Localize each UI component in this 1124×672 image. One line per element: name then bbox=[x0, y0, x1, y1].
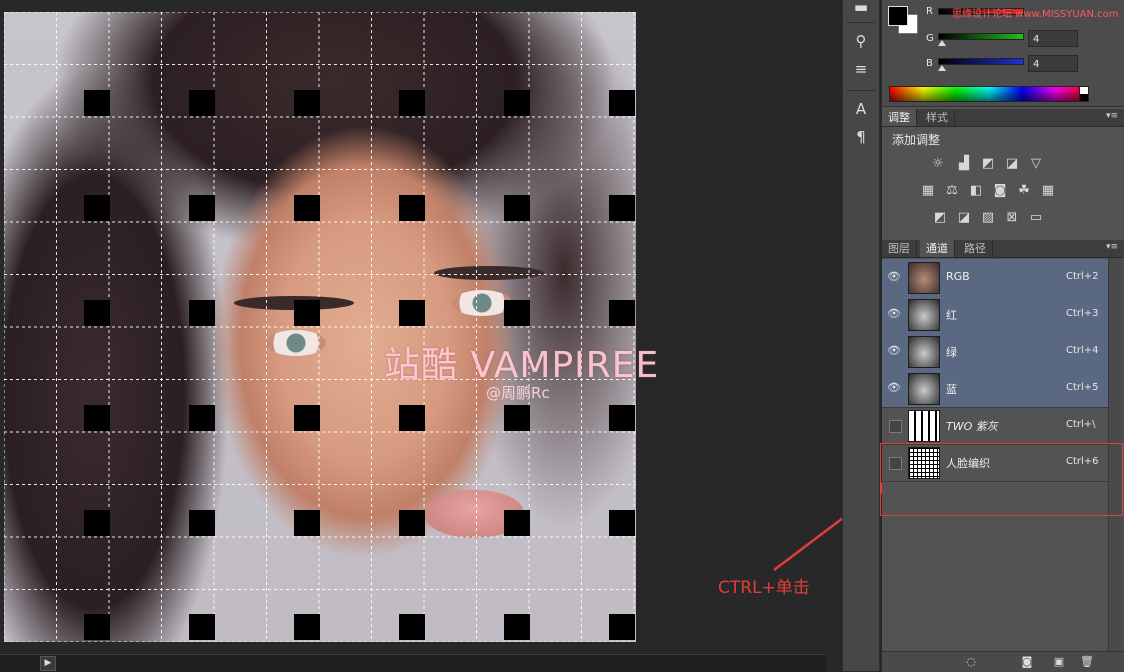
history-icon[interactable]: ▬ bbox=[849, 0, 873, 18]
status-bar bbox=[0, 654, 826, 672]
black-white-icon[interactable]: ◧ bbox=[968, 183, 984, 199]
load-selection-icon[interactable]: ◌ bbox=[964, 655, 978, 669]
channel-thumbnail bbox=[908, 299, 940, 331]
color-balance-icon[interactable]: ⚖ bbox=[944, 183, 960, 199]
paragraph-icon[interactable]: ¶ bbox=[849, 126, 873, 148]
photo-filter-icon[interactable]: ◙ bbox=[992, 183, 1008, 199]
brush-settings-icon[interactable]: ≡ bbox=[849, 58, 873, 80]
eye-icon[interactable]: 👁 bbox=[886, 306, 902, 322]
channel-name: RGB bbox=[946, 270, 970, 283]
gradient-map-icon[interactable]: ▭ bbox=[1028, 210, 1044, 226]
brush-presets-icon[interactable]: ⚲ bbox=[849, 30, 873, 52]
levels-icon[interactable]: ▟ bbox=[956, 156, 972, 172]
adjustments-tabbar: 调整 样式 ▾≡ bbox=[882, 109, 1124, 127]
channel-row-two[interactable]: TWO 紫灰 Ctrl+\ bbox=[882, 407, 1108, 445]
right-panel: R 思缘设计论坛 www.MISSYUAN.com G 4 B 4 调整 样式 … bbox=[882, 0, 1124, 672]
panel-icon-strip: ▬ ⚲ ≡ A ¶ bbox=[842, 0, 880, 671]
channel-thumbnail bbox=[908, 373, 940, 405]
adjustments-title: 添加调整 bbox=[892, 133, 941, 147]
channel-thumbnail bbox=[908, 262, 940, 294]
foreground-color-swatch[interactable] bbox=[888, 6, 908, 26]
tab-layers[interactable]: 图层 bbox=[882, 240, 917, 257]
color-lookup-icon[interactable]: ▦ bbox=[1040, 183, 1056, 199]
tab-paths[interactable]: 路径 bbox=[958, 240, 993, 257]
channel-shortcut: Ctrl+5 bbox=[1066, 382, 1099, 393]
exposure-icon[interactable]: ◪ bbox=[1004, 156, 1020, 172]
play-icon[interactable]: ▶ bbox=[40, 656, 56, 671]
character-icon[interactable]: A bbox=[849, 98, 873, 120]
blue-value-input[interactable]: 4 bbox=[1028, 55, 1078, 72]
eye-icon[interactable]: 👁 bbox=[886, 380, 902, 396]
channel-shortcut: Ctrl+3 bbox=[1066, 308, 1099, 319]
color-spectrum[interactable] bbox=[889, 86, 1089, 102]
watermark-title: 站酷 VAMPIREE bbox=[384, 345, 660, 386]
channel-row-blue[interactable]: 👁 蓝 Ctrl+5 bbox=[882, 370, 1108, 408]
channel-mixer-icon[interactable]: ☘ bbox=[1016, 183, 1032, 199]
tab-channels[interactable]: 通道 bbox=[920, 240, 955, 257]
channels-footer: ◌ ◙ ▣ 🗑 bbox=[882, 651, 1124, 672]
threshold-icon[interactable]: ▨ bbox=[980, 210, 996, 226]
blue-slider-thumb[interactable] bbox=[938, 65, 946, 71]
ctrl-click-annotation: CTRL+单击 bbox=[718, 578, 810, 598]
channel-shortcut: Ctrl+2 bbox=[1066, 271, 1099, 282]
green-value-input[interactable]: 4 bbox=[1028, 30, 1078, 47]
new-channel-icon[interactable]: ▣ bbox=[1052, 655, 1066, 669]
portrait-photo bbox=[4, 12, 636, 642]
invert-icon[interactable]: ◩ bbox=[932, 210, 948, 226]
trash-icon[interactable]: 🗑 bbox=[1080, 655, 1094, 669]
channel-name: 绿 bbox=[946, 346, 957, 359]
document-canvas[interactable]: 站酷 VAMPIREE @周鹏Rc CTRL+单击 bbox=[0, 0, 894, 654]
green-slider-thumb[interactable] bbox=[938, 40, 946, 46]
brightness-icon[interactable]: ☼ bbox=[930, 156, 946, 172]
blue-slider[interactable] bbox=[938, 58, 1024, 65]
green-slider[interactable] bbox=[938, 33, 1024, 40]
red-label: R bbox=[926, 6, 933, 17]
selective-color-icon[interactable]: ⊠ bbox=[1004, 210, 1020, 226]
channel-thumbnail bbox=[908, 410, 940, 442]
channel-shortcut: Ctrl+4 bbox=[1066, 345, 1099, 356]
channel-thumbnail bbox=[908, 336, 940, 368]
channel-row-red[interactable]: 👁 红 Ctrl+3 bbox=[882, 296, 1108, 334]
eye-icon[interactable]: 👁 bbox=[886, 343, 902, 359]
posterize-icon[interactable]: ◪ bbox=[956, 210, 972, 226]
channel-shortcut: Ctrl+\ bbox=[1066, 419, 1096, 430]
weave-grid-overlay bbox=[4, 12, 636, 642]
channels-tabbar: 图层 通道 路径 ▾≡ bbox=[882, 240, 1124, 258]
vibrance-icon[interactable]: ▽ bbox=[1028, 156, 1044, 172]
save-selection-icon[interactable]: ◙ bbox=[1020, 655, 1034, 669]
channel-name: 蓝 bbox=[946, 383, 957, 396]
highlight-box bbox=[880, 443, 1123, 516]
green-label: G bbox=[926, 33, 934, 44]
eye-icon[interactable]: 👁 bbox=[886, 269, 902, 285]
watermark-author: @周鹏Rc bbox=[486, 384, 550, 402]
panel-menu-icon[interactable]: ▾≡ bbox=[1106, 111, 1118, 121]
tab-styles[interactable]: 样式 bbox=[920, 109, 955, 126]
color-panel: R 思缘设计论坛 www.MISSYUAN.com G 4 B 4 bbox=[882, 0, 1124, 107]
channel-row-rgb[interactable]: 👁 RGB Ctrl+2 bbox=[882, 259, 1108, 297]
black-white-ramp[interactable] bbox=[1079, 86, 1089, 102]
site-watermark: 思缘设计论坛 www.MISSYUAN.com bbox=[952, 9, 1119, 20]
channels-menu-icon[interactable]: ▾≡ bbox=[1106, 242, 1118, 252]
curves-icon[interactable]: ◩ bbox=[980, 156, 996, 172]
channel-name: TWO 紫灰 bbox=[946, 420, 998, 433]
tab-adjustments[interactable]: 调整 bbox=[882, 109, 917, 126]
channel-name: 红 bbox=[946, 309, 957, 322]
channel-row-green[interactable]: 👁 绿 Ctrl+4 bbox=[882, 333, 1108, 371]
blue-label: B bbox=[926, 58, 933, 69]
visibility-checkbox[interactable] bbox=[889, 420, 902, 433]
hue-saturation-icon[interactable]: ▦ bbox=[920, 183, 936, 199]
